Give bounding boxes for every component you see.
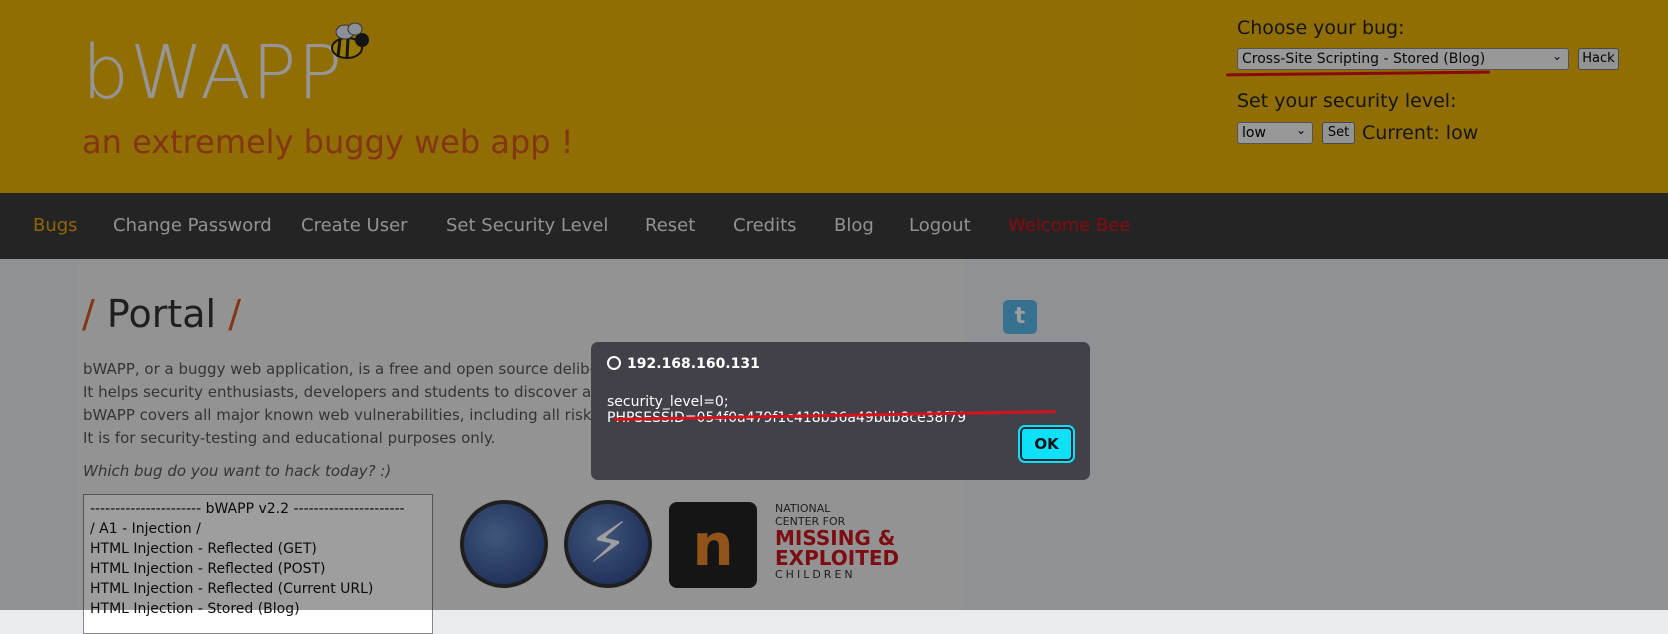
modal-overlay [0, 0, 1668, 610]
dialog-host-text: 192.168.160.131 [627, 356, 760, 372]
globe-icon [607, 356, 621, 370]
dialog-host: 192.168.160.131 [607, 356, 760, 372]
ok-button[interactable]: OK [1018, 425, 1075, 463]
